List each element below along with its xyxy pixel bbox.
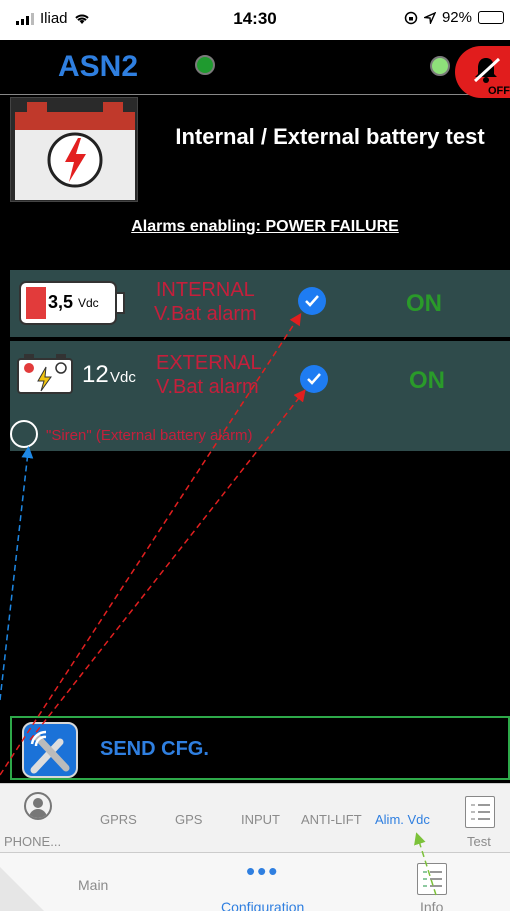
- external-label-line1: EXTERNAL: [156, 352, 262, 374]
- external-battery-unit: Vdc: [110, 369, 136, 386]
- subtab-input[interactable]: INPUT: [241, 812, 280, 827]
- external-label-line2: V.Bat alarm: [156, 376, 259, 398]
- internal-alarm-label: INTERNAL V.Bat alarm: [154, 278, 257, 326]
- siren-label: "Siren" (External battery alarm): [46, 427, 253, 444]
- battery-test-icon: [10, 97, 138, 202]
- main-tab-bar: Main ••• Configuration Info: [0, 852, 510, 911]
- external-battery-value: 12: [82, 361, 109, 388]
- subtab-test-label: Test: [467, 834, 491, 849]
- status-right: 92%: [404, 9, 504, 26]
- subtab-test[interactable]: Test: [455, 784, 510, 853]
- external-battery-icon: 12 Vdc: [16, 351, 136, 397]
- send-cfg-button[interactable]: SEND CFG.: [10, 716, 510, 780]
- alarms-enabling-label: Alarms enabling: POWER FAILURE: [131, 218, 399, 235]
- page-curl: [0, 867, 44, 911]
- device-status-led: [430, 56, 450, 76]
- screen: Iliad 14:30 92% ASN2 OFF Internal / Exte…: [0, 0, 510, 911]
- arrow-to-siren-radio: [0, 446, 34, 701]
- config-subtabs: PHONE... GPRS GPS INPUT ANTI-LIFT Alim. …: [0, 783, 510, 852]
- connection-status-led: [195, 55, 215, 75]
- subtab-alim-vdc[interactable]: Alim. Vdc: [375, 812, 430, 827]
- internal-battery-icon: 3,5 Vdc: [18, 278, 128, 328]
- internal-battery-row: 3,5 Vdc INTERNAL V.Bat alarm ON: [10, 270, 510, 337]
- info-checklist-icon[interactable]: [417, 863, 447, 895]
- location-icon: [423, 11, 436, 24]
- section-title: Internal / External battery test: [175, 124, 485, 149]
- internal-label-line2: V.Bat alarm: [154, 303, 257, 325]
- lock-rotation-icon: [404, 11, 418, 24]
- send-cfg-label: SEND CFG.: [100, 738, 209, 760]
- app-header: ASN2 OFF: [0, 40, 510, 98]
- alarm-off-button[interactable]: OFF: [455, 46, 510, 98]
- bell-off-icon: [473, 57, 501, 83]
- more-dots-icon: •••: [246, 856, 280, 886]
- external-state: ON: [409, 367, 445, 394]
- subtab-phone[interactable]: PHONE...: [0, 784, 82, 853]
- checklist-icon: [465, 796, 495, 828]
- user-icon: [24, 792, 52, 820]
- subtab-anti-lift[interactable]: ANTI-LIFT: [301, 812, 362, 827]
- external-alarm-checkbox[interactable]: [300, 365, 328, 393]
- checkmark-icon: [307, 373, 321, 385]
- internal-battery-unit: Vdc: [78, 296, 99, 310]
- internal-battery-value: 3,5: [48, 292, 74, 312]
- app-title: ASN2: [58, 50, 139, 83]
- status-bar: Iliad 14:30 92%: [0, 0, 510, 40]
- send-cfg-icon: [22, 722, 78, 778]
- subtab-phone-label: PHONE...: [4, 834, 62, 849]
- checkmark-icon: [305, 295, 319, 307]
- external-alarm-label: EXTERNAL V.Bat alarm: [156, 351, 262, 399]
- internal-alarm-checkbox[interactable]: [298, 287, 326, 315]
- tab-configuration[interactable]: Configuration: [221, 899, 304, 911]
- subtab-gprs[interactable]: GPRS: [100, 812, 137, 827]
- siren-radio[interactable]: [10, 420, 38, 448]
- battery-icon: [478, 11, 504, 24]
- battery-percent: 92%: [441, 9, 472, 26]
- internal-label-line1: INTERNAL: [155, 279, 255, 301]
- subtab-gps[interactable]: GPS: [175, 812, 202, 827]
- internal-state: ON: [406, 290, 442, 317]
- tab-info[interactable]: Info: [420, 899, 443, 911]
- tab-main[interactable]: Main: [78, 877, 108, 893]
- alarm-off-label: OFF: [488, 85, 510, 97]
